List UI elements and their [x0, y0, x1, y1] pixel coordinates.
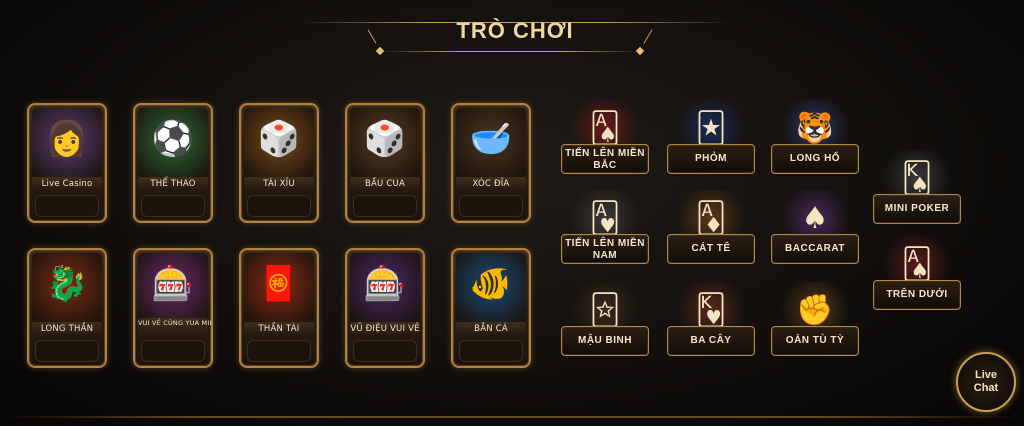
- card-label: VŨ ĐIỆU VUI VẺ: [350, 322, 420, 336]
- dealer-icon: 👩: [45, 119, 89, 159]
- card-label: TÀI XỈU: [244, 177, 314, 191]
- card-label: XÓC ĐĨA: [456, 177, 526, 191]
- live-chat-button[interactable]: Live Chat: [956, 352, 1016, 412]
- card-base: [35, 195, 99, 217]
- dragon-icon: 🐉: [45, 264, 89, 304]
- card-label: Live Casino: [32, 177, 102, 191]
- tile-label: BA CÂY: [667, 326, 755, 356]
- tile-label: BACCARAT: [771, 234, 859, 264]
- section-header: TRÒ CHƠI: [300, 14, 730, 56]
- tile-cat-te[interactable]: 🃁 CÁT TÊ: [667, 190, 755, 272]
- card-vu-dieu-vui-ve[interactable]: 🎰 VŨ ĐIỆU VUI VẺ: [345, 248, 425, 368]
- god-of-wealth-icon: 🧧: [257, 264, 301, 304]
- dice-cube-icon: 🎲: [363, 119, 407, 159]
- tile-tren-duoi[interactable]: 🂡 TRÊN DƯỚI: [873, 236, 961, 318]
- card-than-tai[interactable]: 🧧 THẦN TÀI: [239, 248, 319, 368]
- live-chat-label-line1: Live: [974, 369, 997, 381]
- footer-divider: [0, 416, 1024, 418]
- card-label: THẦN TÀI: [244, 322, 314, 336]
- card-base: [247, 195, 311, 217]
- card-tai-xiu[interactable]: 🎲 TÀI XỈU: [239, 103, 319, 223]
- card-base: [141, 340, 205, 362]
- tile-mau-binh[interactable]: 🃟 MẬU BINH: [561, 282, 649, 364]
- tile-label: PHỎM: [667, 144, 755, 174]
- tile-label: CÁT TÊ: [667, 234, 755, 264]
- card-label: BẮN CÁ: [456, 322, 526, 336]
- live-chat-label-line2: Chat: [973, 382, 999, 394]
- tile-label: TIẾN LÊN MIỀN NAM: [561, 234, 649, 264]
- header-diamond-right: [635, 46, 645, 56]
- card-vui-ve-cung-yua-mikami[interactable]: 🎰 VUI VẺ CÙNG YUA MIKAMI: [133, 248, 213, 368]
- card-xoc-dia[interactable]: 🥣 XÓC ĐĨA: [451, 103, 531, 223]
- fish-icon: 🐠: [469, 264, 513, 304]
- card-base: [247, 340, 311, 362]
- dice-icon: 🎲: [257, 119, 301, 159]
- card-label: VUI VẺ CÙNG YUA MIKAMI: [138, 318, 211, 338]
- soccer-icon: ⚽: [151, 119, 195, 159]
- tile-label: MẬU BINH: [561, 326, 649, 356]
- tile-oan-tu-ty[interactable]: ✊ OẢN TÙ TỲ: [771, 282, 859, 364]
- card-base: [353, 340, 417, 362]
- tile-tien-len-mien-bac[interactable]: 🂡 TIẾN LÊN MIỀN BẮC: [561, 100, 649, 182]
- card-label: LONG THẦN: [32, 322, 102, 336]
- bowl-icon: 🥣: [469, 119, 513, 159]
- tile-ba-cay[interactable]: 🂾 BA CÂY: [667, 282, 755, 364]
- tile-phom[interactable]: 🃏 PHỎM: [667, 100, 755, 182]
- tile-mini-poker[interactable]: 🂮 MINI POKER: [873, 150, 961, 232]
- card-base: [459, 340, 523, 362]
- card-label: BẦU CUA: [350, 177, 420, 191]
- disco-slot-icon: 🎰: [363, 264, 407, 304]
- card-the-thao[interactable]: ⚽ THỂ THAO: [133, 103, 213, 223]
- tile-label: TIẾN LÊN MIỀN BẮC: [561, 144, 649, 174]
- card-base: [141, 195, 205, 217]
- tile-label: OẢN TÙ TỲ: [771, 326, 859, 356]
- tile-long-ho[interactable]: 🐯 LONG HỔ: [771, 100, 859, 182]
- tile-label: TRÊN DƯỚI: [873, 280, 961, 310]
- card-live-casino[interactable]: 👩 Live Casino: [27, 103, 107, 223]
- header-diamond-left: [375, 46, 385, 56]
- header-divider-bottom: [380, 51, 640, 52]
- tile-label: MINI POKER: [873, 194, 961, 224]
- tile-baccarat[interactable]: ♠ BACCARAT: [771, 190, 859, 272]
- card-base: [459, 195, 523, 217]
- card-base: [35, 340, 99, 362]
- card-label: THỂ THAO: [138, 177, 208, 191]
- card-ban-ca[interactable]: 🐠 BẮN CÁ: [451, 248, 531, 368]
- tile-label: LONG HỔ: [771, 144, 859, 174]
- card-base: [353, 195, 417, 217]
- card-long-than[interactable]: 🐉 LONG THẦN: [27, 248, 107, 368]
- page-title: TRÒ CHƠI: [456, 18, 574, 43]
- card-bau-cua[interactable]: 🎲 BẦU CUA: [345, 103, 425, 223]
- tile-tien-len-mien-nam[interactable]: 🂱 TIẾN LÊN MIỀN NAM: [561, 190, 649, 272]
- slot-machine-icon: 🎰: [151, 264, 195, 304]
